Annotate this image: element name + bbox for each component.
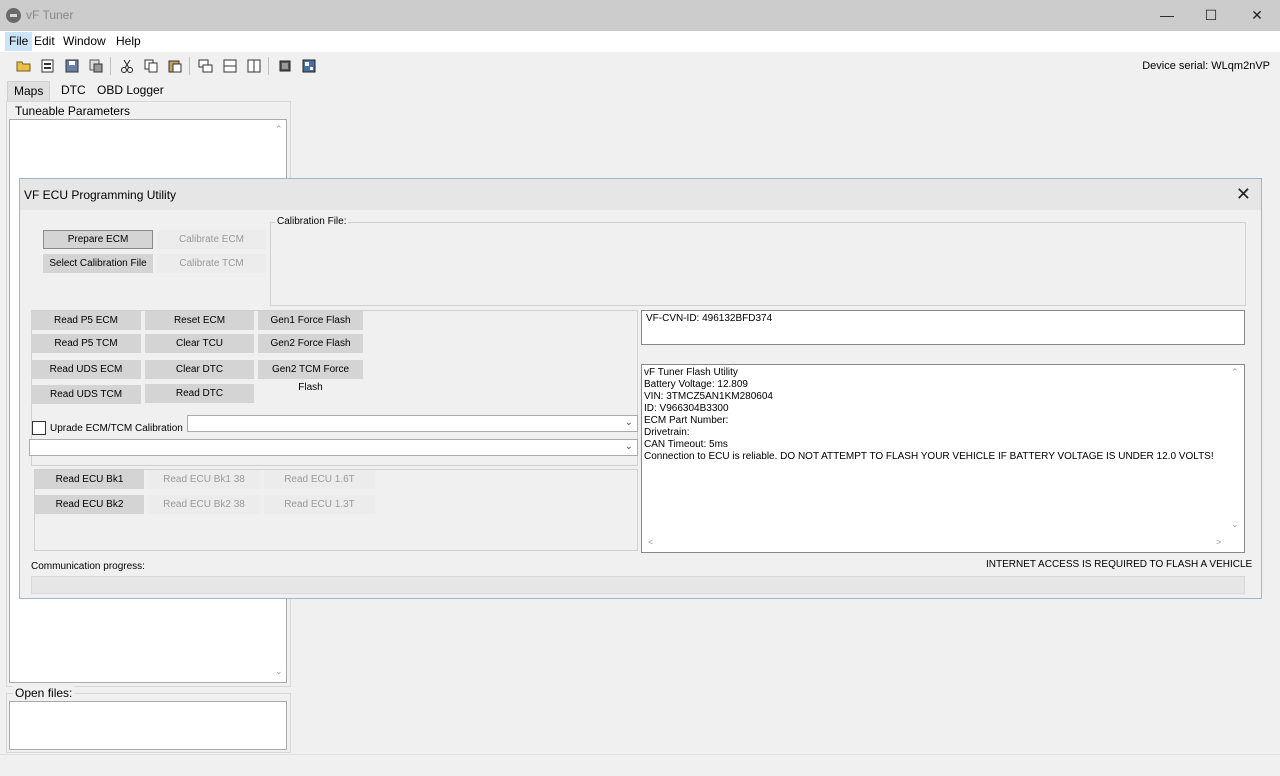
cvn-id-field[interactable]: VF-CVN-ID: 496132BFD374 <box>641 310 1245 345</box>
flash-log-output[interactable]: vF Tuner Flash Utility Battery Voltage: … <box>641 364 1245 553</box>
calibration-version-select[interactable]: ⌄ <box>29 439 638 456</box>
gen1-force-flash-button[interactable]: Gen1 Force Flash <box>258 311 363 330</box>
log-line: VIN: 3TMCZ5AN1KM280604 <box>644 391 773 402</box>
ecu-programming-dialog: VF ECU Programming Utility ✕ Prepare ECM… <box>19 178 1262 599</box>
log-line: Drivetrain: <box>644 427 690 438</box>
toolbar-separator <box>110 57 111 75</box>
chevron-down-icon: ⌄ <box>624 441 633 452</box>
upgrade-calibration-label: Uprade ECM/TCM Calibration <box>50 423 183 434</box>
read-p5-ecm-button[interactable]: Read P5 ECM <box>31 311 141 330</box>
read-p5-tcm-button[interactable]: Read P5 TCM <box>31 334 141 353</box>
cascade-windows-icon[interactable] <box>198 58 214 74</box>
scroll-up-icon[interactable]: ⌃ <box>275 124 283 135</box>
reset-ecm-button[interactable]: Reset ECM <box>145 311 254 330</box>
scroll-up-icon[interactable]: ⌃ <box>1231 367 1239 378</box>
menu-help[interactable]: Help <box>112 32 145 51</box>
toolbar-separator <box>189 57 190 75</box>
clear-dtc-button[interactable]: Clear DTC <box>145 360 254 379</box>
log-line: Connection to ECU is reliable. DO NOT AT… <box>644 451 1214 462</box>
cut-icon[interactable] <box>119 58 135 74</box>
log-line: vF Tuner Flash Utility <box>644 367 738 378</box>
ecu-chip-icon[interactable] <box>277 58 293 74</box>
app-logo-icon <box>6 8 21 23</box>
log-line: ID: V966304B3300 <box>644 403 729 414</box>
upgrade-calibration-checkbox[interactable] <box>32 421 46 435</box>
calibrate-ecm-button[interactable]: Calibrate ECM <box>157 230 266 249</box>
read-ecu-bk2-38-button[interactable]: Read ECU Bk2 38 <box>149 495 259 514</box>
calibration-file-label: Calibration File: <box>275 216 349 227</box>
copy-icon[interactable] <box>143 58 159 74</box>
calibrate-tcm-button[interactable]: Calibrate TCM <box>157 254 266 273</box>
read-uds-tcm-button[interactable]: Read UDS TCM <box>31 385 141 404</box>
gen2-force-flash-button[interactable]: Gen2 Force Flash <box>258 334 363 353</box>
window-title: vF Tuner <box>26 8 74 22</box>
clear-tcu-button[interactable]: Clear TCU <box>145 334 254 353</box>
status-bar <box>0 754 1280 776</box>
read-ecu-bk2-button[interactable]: Read ECU Bk2 <box>35 495 144 514</box>
prepare-ecm-button[interactable]: Prepare ECM <box>43 230 153 249</box>
toolbar: Device serial: WLqm2nVP <box>0 52 1280 80</box>
menu-bar: File Edit Window Help <box>0 31 1280 52</box>
read-ecu-bk1-button[interactable]: Read ECU Bk1 <box>35 470 144 489</box>
maximize-button[interactable]: ☐ <box>1188 0 1234 31</box>
read-ecu-1-3t-button[interactable]: Read ECU 1.3T <box>264 495 375 514</box>
read-ecu-bk1-38-button[interactable]: Read ECU Bk1 38 <box>149 470 259 489</box>
minimize-button[interactable]: — <box>1144 0 1190 31</box>
open-map-icon[interactable] <box>40 58 56 74</box>
log-line: Battery Voltage: 12.809 <box>644 379 748 390</box>
save-as-icon[interactable] <box>88 58 104 74</box>
tile-horizontal-icon[interactable] <box>222 58 238 74</box>
log-line: CAN Timeout: 5ms <box>644 439 728 450</box>
read-dtc-button[interactable]: Read DTC <box>145 384 254 403</box>
scroll-left-icon[interactable]: < <box>648 537 653 547</box>
close-window-button[interactable]: ✕ <box>1234 0 1280 31</box>
open-folder-icon[interactable] <box>16 58 32 74</box>
gen2-tcm-force-flash-button[interactable]: Gen2 TCM Force Flash <box>258 360 363 393</box>
upgrade-calibration-select[interactable]: ⌄ <box>187 415 638 432</box>
cvn-id-text: VF-CVN-ID: 496132BFD374 <box>646 313 773 324</box>
dialog-title: VF ECU Programming Utility <box>24 188 177 202</box>
device-serial: Device serial: WLqm2nVP <box>1142 60 1270 72</box>
tab-obd-logger[interactable]: OBD Logger <box>91 81 170 101</box>
read-uds-ecm-button[interactable]: Read UDS ECM <box>31 360 141 379</box>
menu-file[interactable]: File <box>5 32 33 51</box>
open-files-list[interactable] <box>9 701 287 750</box>
calibration-file-panel <box>270 222 1246 306</box>
dialog-title-bar: VF ECU Programming Utility ✕ <box>20 179 1261 210</box>
tile-vertical-icon[interactable] <box>246 58 262 74</box>
tab-dtc[interactable]: DTC <box>55 81 92 101</box>
scroll-right-icon[interactable]: > <box>1216 537 1221 547</box>
tuneable-parameters-label: Tuneable Parameters <box>13 104 132 118</box>
scroll-down-icon[interactable]: ⌄ <box>275 666 283 677</box>
menu-edit[interactable]: Edit <box>30 32 59 51</box>
read-ecu-1-6t-button[interactable]: Read ECU 1.6T <box>264 470 375 489</box>
tab-maps[interactable]: Maps <box>7 81 51 101</box>
communication-progress-bar <box>31 576 1245 594</box>
menu-window[interactable]: Window <box>59 32 110 51</box>
flash-utility-icon[interactable] <box>301 58 317 74</box>
select-calibration-file-button[interactable]: Select Calibration File <box>43 254 153 273</box>
scroll-down-icon[interactable]: ⌄ <box>1231 519 1239 530</box>
internet-notice: INTERNET ACCESS IS REQUIRED TO FLASH A V… <box>986 559 1253 570</box>
save-icon[interactable] <box>64 58 80 74</box>
log-line: ECM Part Number: <box>644 415 729 426</box>
chevron-down-icon: ⌄ <box>624 417 633 428</box>
communication-progress-label: Communication progress: <box>31 561 145 572</box>
toolbar-separator <box>268 57 269 75</box>
open-files-label: Open files: <box>13 686 75 700</box>
paste-icon[interactable] <box>167 58 183 74</box>
title-bar: vF Tuner — ☐ ✕ <box>0 0 1280 31</box>
dialog-close-icon[interactable]: ✕ <box>1236 184 1251 205</box>
